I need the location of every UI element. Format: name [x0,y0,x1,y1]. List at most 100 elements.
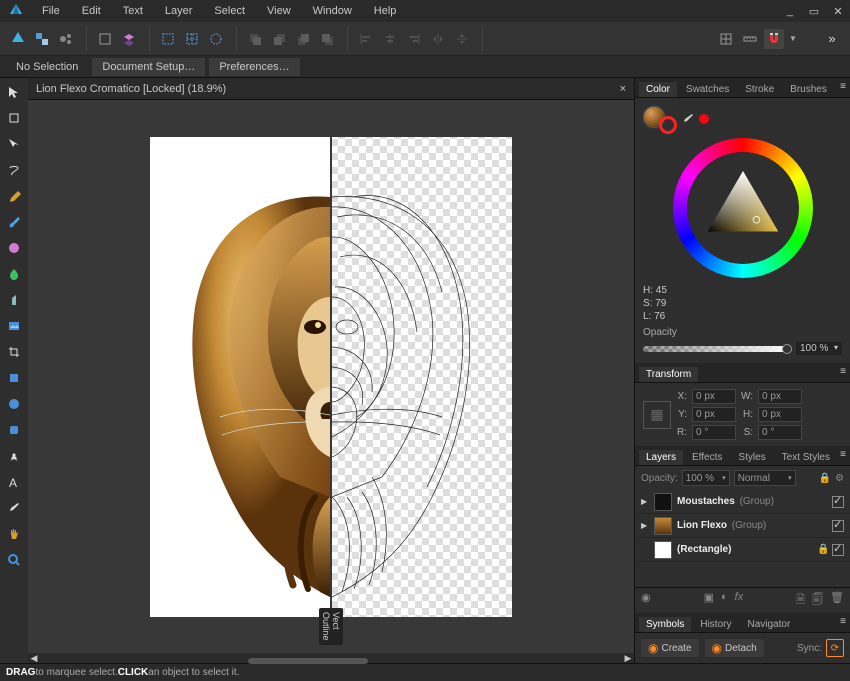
layer-expand-icon[interactable]: ▶ [641,497,649,506]
menu-file[interactable]: File [36,3,66,19]
artboard-outline[interactable] [332,137,512,617]
layer-row[interactable]: ▶Lion Flexo (Group) [635,514,850,538]
marquee-grid-icon[interactable] [182,29,202,49]
tf-y-field[interactable] [692,407,736,422]
shape-star-tool-icon[interactable] [4,446,24,466]
lasso-tool-icon[interactable] [4,160,24,180]
symbol-create-button[interactable]: ◉Create [641,639,699,657]
persona-designer-icon[interactable] [8,29,28,49]
move-tool-icon[interactable] [4,82,24,102]
window-close-button[interactable]: ✕ [832,5,844,18]
eyedropper-tool-icon[interactable] [4,498,24,518]
tab-symbols[interactable]: Symbols [639,617,691,632]
layer-mask-icon[interactable]: ▣ [704,591,714,610]
menu-text[interactable]: Text [117,3,149,19]
persona-pixel-icon[interactable] [32,29,52,49]
transform-panel-menu-icon[interactable]: ≡ [840,366,846,377]
marquee-rect-icon[interactable] [158,29,178,49]
blend-mode-dropdown[interactable]: Normal▾ [734,470,796,486]
tab-layers[interactable]: Layers [639,450,683,465]
shape-ellipse-tool-icon[interactable] [4,394,24,414]
place-image-tool-icon[interactable] [4,316,24,336]
zoom-tool-icon[interactable] [4,550,24,570]
crop-tool-icon[interactable] [4,342,24,362]
symbol-detach-button[interactable]: ◉Detach [705,639,764,657]
transform-anchor-widget[interactable]: ▦ [643,401,671,429]
tab-swatches[interactable]: Swatches [679,82,736,97]
flip-horizontal-icon[interactable] [428,29,448,49]
artboard-rendered[interactable] [150,137,330,617]
document-setup-button[interactable]: Document Setup… [92,58,205,76]
persona-export-icon[interactable] [56,29,76,49]
color-picker-eyedropper-icon[interactable] [681,112,695,126]
arrange-back-icon[interactable] [245,29,265,49]
shape-rounded-tool-icon[interactable] [4,420,24,440]
opacity-slider[interactable] [643,346,790,352]
snap-options-dropdown-icon[interactable]: ▼ [788,29,798,49]
layer-opacity-field[interactable]: 100 %▾ [682,470,730,486]
menu-view[interactable]: View [261,3,297,19]
align-left-icon[interactable] [356,29,376,49]
menu-window[interactable]: Window [307,3,358,19]
layers-lock-icon[interactable]: 🔒 [819,473,831,484]
stroke-color-swatch[interactable] [659,116,677,134]
brush-tool-icon[interactable] [4,212,24,232]
tf-x-field[interactable] [692,389,736,404]
layer-visibility-checkbox[interactable] [832,544,844,556]
fill-tool-icon[interactable] [4,238,24,258]
split-view-handle[interactable]: Vect Outline [319,608,343,645]
layer-expand-icon[interactable]: ▶ [641,521,649,530]
layers-stack-icon[interactable] [119,29,139,49]
tf-w-field[interactable] [758,389,802,404]
artboard-tool-icon[interactable] [4,108,24,128]
hand-tool-icon[interactable] [4,524,24,544]
pen-tool-icon[interactable] [4,186,24,206]
node-tool-icon[interactable] [4,134,24,154]
preferences-button[interactable]: Preferences… [209,58,299,76]
hscroll-thumb[interactable] [248,658,368,664]
flip-vertical-icon[interactable] [452,29,472,49]
layers-panel-menu-icon[interactable]: ≡ [840,449,846,460]
layer-row[interactable]: ▶Moustaches (Group) [635,490,850,514]
layer-duplicate-icon[interactable]: 🗐 [812,591,823,610]
fold-icon[interactable] [95,29,115,49]
color-wheel[interactable] [673,138,813,278]
tab-brushes[interactable]: Brushes [783,82,834,97]
layer-add-page-icon[interactable]: 🗎 [796,591,805,610]
layer-row[interactable]: (Rectangle) 🔒 [635,538,850,562]
smudge-tool-icon[interactable] [4,264,24,284]
layers-reveal-icon[interactable]: ◉ [641,591,651,610]
tab-transform[interactable]: Transform [639,367,698,382]
arrange-forward-icon[interactable] [293,29,313,49]
canvas-viewport[interactable]: Vect Outline [28,100,634,653]
window-maximize-button[interactable]: ▭ [808,5,820,18]
align-center-icon[interactable] [380,29,400,49]
layer-visibility-checkbox[interactable] [832,496,844,508]
color-panel-menu-icon[interactable]: ≡ [840,81,846,92]
tab-effects[interactable]: Effects [685,450,729,465]
tab-navigator[interactable]: Navigator [740,617,797,632]
arrange-backward-icon[interactable] [269,29,289,49]
tab-text-styles[interactable]: Text Styles [775,450,837,465]
tab-stroke[interactable]: Stroke [738,82,781,97]
opacity-value-field[interactable]: 100 %▾ [796,342,842,355]
tf-h-field[interactable] [758,407,802,422]
snapping-magnet-icon[interactable] [764,29,784,49]
tf-s-field[interactable] [758,425,802,440]
menu-help[interactable]: Help [368,3,403,19]
symbols-panel-menu-icon[interactable]: ≡ [840,616,846,627]
tab-styles[interactable]: Styles [731,450,772,465]
layers-gear-icon[interactable]: ⚙ [835,473,844,484]
tab-history[interactable]: History [693,617,738,632]
transparency-tool-icon[interactable] [4,290,24,310]
menu-layer[interactable]: Layer [159,3,199,19]
symbol-sync-toggle[interactable]: ⟳ [826,639,844,657]
arrange-front-icon[interactable] [317,29,337,49]
artistic-text-tool-icon[interactable]: A [4,472,24,492]
layer-adjust-icon[interactable]: ◐ [721,591,728,610]
hscroll-right-button[interactable]: ▶ [622,653,634,664]
opacity-slider-thumb[interactable] [782,344,792,354]
tf-r-field[interactable] [692,425,736,440]
layer-fx-icon[interactable]: fx [735,591,744,610]
document-tab-close-button[interactable]: × [620,83,626,95]
